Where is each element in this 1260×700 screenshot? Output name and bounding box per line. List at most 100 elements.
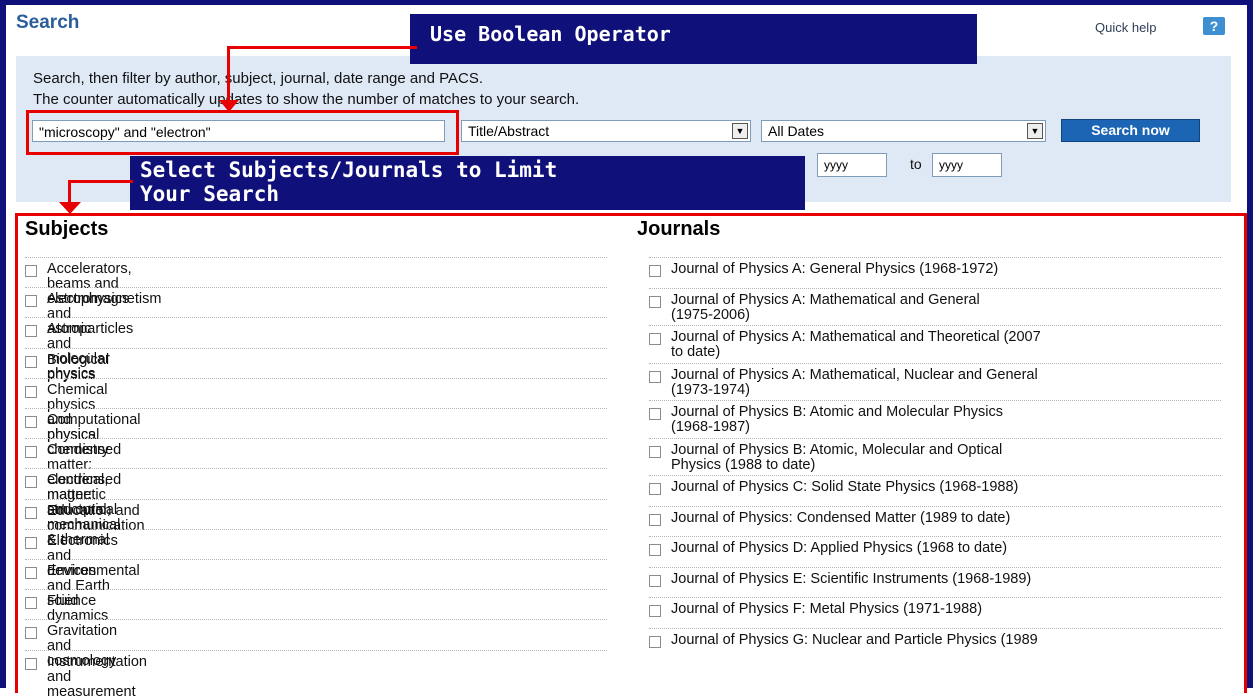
row-separator [25, 377, 607, 379]
row-separator [649, 287, 1221, 289]
search-now-button[interactable]: Search now [1061, 119, 1200, 142]
help-icon[interactable]: ? [1203, 17, 1225, 35]
journal-checkbox[interactable] [649, 513, 661, 526]
journal-label: Journal of Physics D: Applied Physics (1… [671, 541, 1216, 556]
date-select-value: All Dates [768, 123, 825, 139]
row-separator [25, 287, 607, 289]
journals-heading: Journals [637, 218, 721, 240]
journal-label: Journal of Physics E: Scientific Instrum… [671, 570, 1216, 587]
year-to-label: to [910, 156, 922, 172]
row-separator [649, 475, 1221, 476]
row-separator [25, 528, 607, 530]
row-separator [25, 468, 607, 470]
journal-label: Journal of Physics A: General Physics (1… [671, 262, 1216, 277]
journal-label: Journal of Physics B: Atomic, Molecular … [671, 441, 1216, 473]
row-separator [25, 498, 607, 500]
subject-checkbox[interactable] [25, 325, 37, 338]
field-select[interactable]: Title/Abstract ▼ [461, 120, 751, 142]
journal-label: Journal of Physics C: Solid State Physic… [671, 480, 1216, 495]
field-select-value: Title/Abstract [468, 123, 550, 139]
journal-checkbox[interactable] [649, 408, 661, 420]
subject-checkbox[interactable] [25, 265, 37, 277]
row-separator [649, 257, 1221, 258]
journal-label: Journal of Physics A: Mathematical, Nucl… [671, 366, 1216, 398]
journal-label: Journal of Physics G: Nuclear and Partic… [671, 631, 1216, 648]
row-separator [25, 347, 607, 349]
date-select[interactable]: All Dates ▼ [761, 120, 1046, 142]
row-separator [649, 566, 1221, 568]
boolean-callout-text: Use Boolean Operator [430, 22, 671, 46]
journal-checkbox[interactable] [649, 370, 661, 383]
journal-checkbox[interactable] [649, 605, 661, 617]
year-from-input[interactable]: yyyy [817, 153, 887, 177]
subject-checkbox[interactable] [25, 355, 37, 368]
subject-checkbox[interactable] [25, 536, 37, 549]
row-separator [649, 536, 1221, 537]
row-separator [25, 257, 607, 258]
journal-checkbox[interactable] [649, 445, 661, 458]
year-to-input[interactable]: yyyy [932, 153, 1002, 177]
journal-label: Journal of Physics A: Mathematical and T… [671, 330, 1216, 360]
chevron-down-icon[interactable]: ▼ [1027, 123, 1043, 139]
row-separator [25, 559, 607, 560]
arrow-line-horizontal [227, 46, 417, 49]
subject-checkbox[interactable] [25, 567, 37, 579]
journal-label-line: Journal of Physics G: Nuclear and Partic… [671, 631, 1038, 648]
subject-checkbox[interactable] [25, 597, 37, 610]
row-separator [649, 325, 1221, 326]
instruction-line-2: The counter automatically updates to sho… [33, 91, 580, 108]
journal-label-line: (1975-2006) [671, 306, 750, 323]
journal-label-line: Physics (1988 to date) [671, 456, 816, 473]
row-separator [25, 317, 607, 319]
subject-checkbox[interactable] [25, 506, 37, 519]
row-separator [649, 400, 1221, 401]
journal-label: Journal of Physics F: Metal Physics (197… [671, 602, 1216, 617]
subject-checkbox[interactable] [25, 416, 37, 428]
arrow-line-vertical [227, 46, 230, 104]
search-box-highlight [26, 110, 459, 155]
journal-label-line: Journal of Physics D: Applied Physics (1… [671, 540, 1008, 556]
journal-checkbox[interactable] [649, 635, 661, 648]
journal-label: Journal of Physics B: Atomic and Molecul… [671, 405, 1216, 435]
journal-label-line: Journal of Physics C: Solid State Physic… [671, 479, 1019, 495]
subject-checkbox[interactable] [25, 627, 37, 640]
row-separator [649, 437, 1221, 439]
journal-label: Journal of Physics A: Mathematical and G… [671, 291, 1216, 323]
arrow-line-horizontal [68, 180, 133, 183]
journal-checkbox[interactable] [649, 333, 661, 345]
boolean-operator-callout: Use Boolean Operator [410, 14, 977, 64]
quick-help-link[interactable]: Quick help [1095, 20, 1156, 35]
journal-checkbox[interactable] [649, 544, 661, 556]
journal-label-line: Journal of Physics A: Mathematical and G… [671, 291, 980, 308]
subject-checkbox[interactable] [25, 476, 37, 489]
chevron-down-icon[interactable]: ▼ [732, 123, 748, 139]
journal-checkbox[interactable] [649, 483, 661, 495]
subject-checkbox[interactable] [25, 295, 37, 308]
journal-label-line: Journal of Physics E: Scientific Instrum… [671, 570, 1032, 587]
row-separator [649, 362, 1221, 364]
journal-label-line: (1973-1974) [671, 381, 750, 398]
journal-checkbox[interactable] [649, 265, 661, 277]
row-separator [25, 438, 607, 440]
row-separator [649, 627, 1221, 629]
journal-label-line: Journal of Physics A: General Physics (1… [671, 261, 999, 277]
journal-label-line: Journal of Physics B: Atomic, Molecular … [671, 441, 1003, 458]
subject-checkbox[interactable] [25, 446, 37, 459]
instruction-line-1: Search, then filter by author, subject, … [33, 70, 483, 87]
row-separator [649, 597, 1221, 598]
page-title: Search [16, 12, 80, 33]
arrow-head-icon [219, 100, 239, 112]
subject-checkbox[interactable] [25, 385, 37, 398]
limit-search-callout: Select Subjects/Journals to Limit Your S… [130, 156, 805, 210]
journal-checkbox[interactable] [649, 295, 661, 308]
journal-checkbox[interactable] [649, 574, 661, 587]
journal-label-line: Journal of Physics: Condensed Matter (19… [671, 509, 1011, 526]
row-separator [25, 649, 607, 651]
journal-label-line: (1968-1987) [671, 419, 750, 435]
journal-label-line: to date) [671, 344, 721, 360]
row-separator [25, 408, 607, 409]
subject-checkbox[interactable] [25, 657, 37, 670]
limit-callout-line-2: Your Search [140, 182, 280, 206]
journal-label-line: Journal of Physics A: Mathematical, Nucl… [671, 366, 1038, 383]
row-separator [25, 619, 607, 621]
